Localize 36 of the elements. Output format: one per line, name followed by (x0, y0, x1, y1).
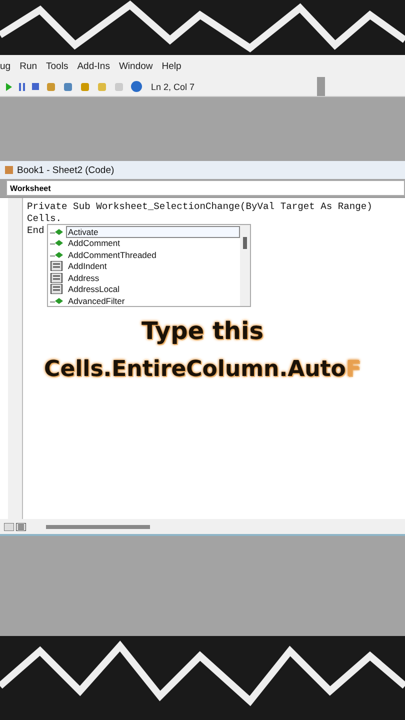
overlay-code-text: Cells.EntireColumn.AutoF (44, 357, 361, 382)
method-icon (50, 228, 64, 236)
toolbar-grip[interactable] (317, 77, 325, 96)
overlay-heading: Type this (141, 317, 264, 345)
completion-item[interactable]: AddIndent (66, 260, 109, 272)
menu-item[interactable]: Tools (46, 60, 68, 72)
menu-item[interactable]: Add-Ins (77, 60, 110, 72)
scrollbar[interactable] (240, 225, 250, 306)
menu-item[interactable]: ug (0, 60, 11, 72)
completion-list[interactable]: Activate AddComment AddCommentThreaded AddIndent Address AddressLocal AdvancedFilter (47, 224, 251, 307)
completion-item[interactable]: AddComment (66, 237, 122, 250)
completion-item[interactable]: AddCommentThreaded (66, 248, 158, 261)
property-icon (50, 261, 64, 272)
menu-item[interactable]: Run (20, 60, 38, 72)
code-line: Private Sub Worksheet_SelectionChange(ByVal Target As Range) (27, 201, 372, 213)
completion-item[interactable]: AddressLocal (66, 283, 122, 296)
code-line: End (27, 225, 44, 237)
completion-item[interactable]: Activate (66, 226, 240, 238)
pause-icon[interactable] (19, 82, 25, 90)
property-icon (50, 272, 64, 283)
object-dropdown[interactable]: Worksheet (6, 180, 405, 196)
code-line: Cells. (27, 213, 62, 225)
method-icon (50, 239, 64, 248)
menu-item[interactable]: Window (118, 60, 153, 72)
method-icon (50, 296, 64, 305)
window-title: Book1 - Sheet2 (Code) (17, 164, 114, 176)
horizontal-scrollbar[interactable] (46, 524, 150, 528)
module-view-icon[interactable] (16, 522, 26, 530)
completion-item[interactable]: Address (66, 272, 102, 284)
procedure-view-icon[interactable] (4, 522, 14, 530)
run-icon[interactable] (6, 82, 12, 90)
method-icon (50, 250, 64, 259)
property-icon (50, 284, 64, 294)
menu-item[interactable]: Help (162, 60, 182, 72)
cursor-position: Ln 2, Col 7 (151, 82, 196, 92)
completion-item[interactable]: AdvancedFilter (66, 294, 127, 307)
